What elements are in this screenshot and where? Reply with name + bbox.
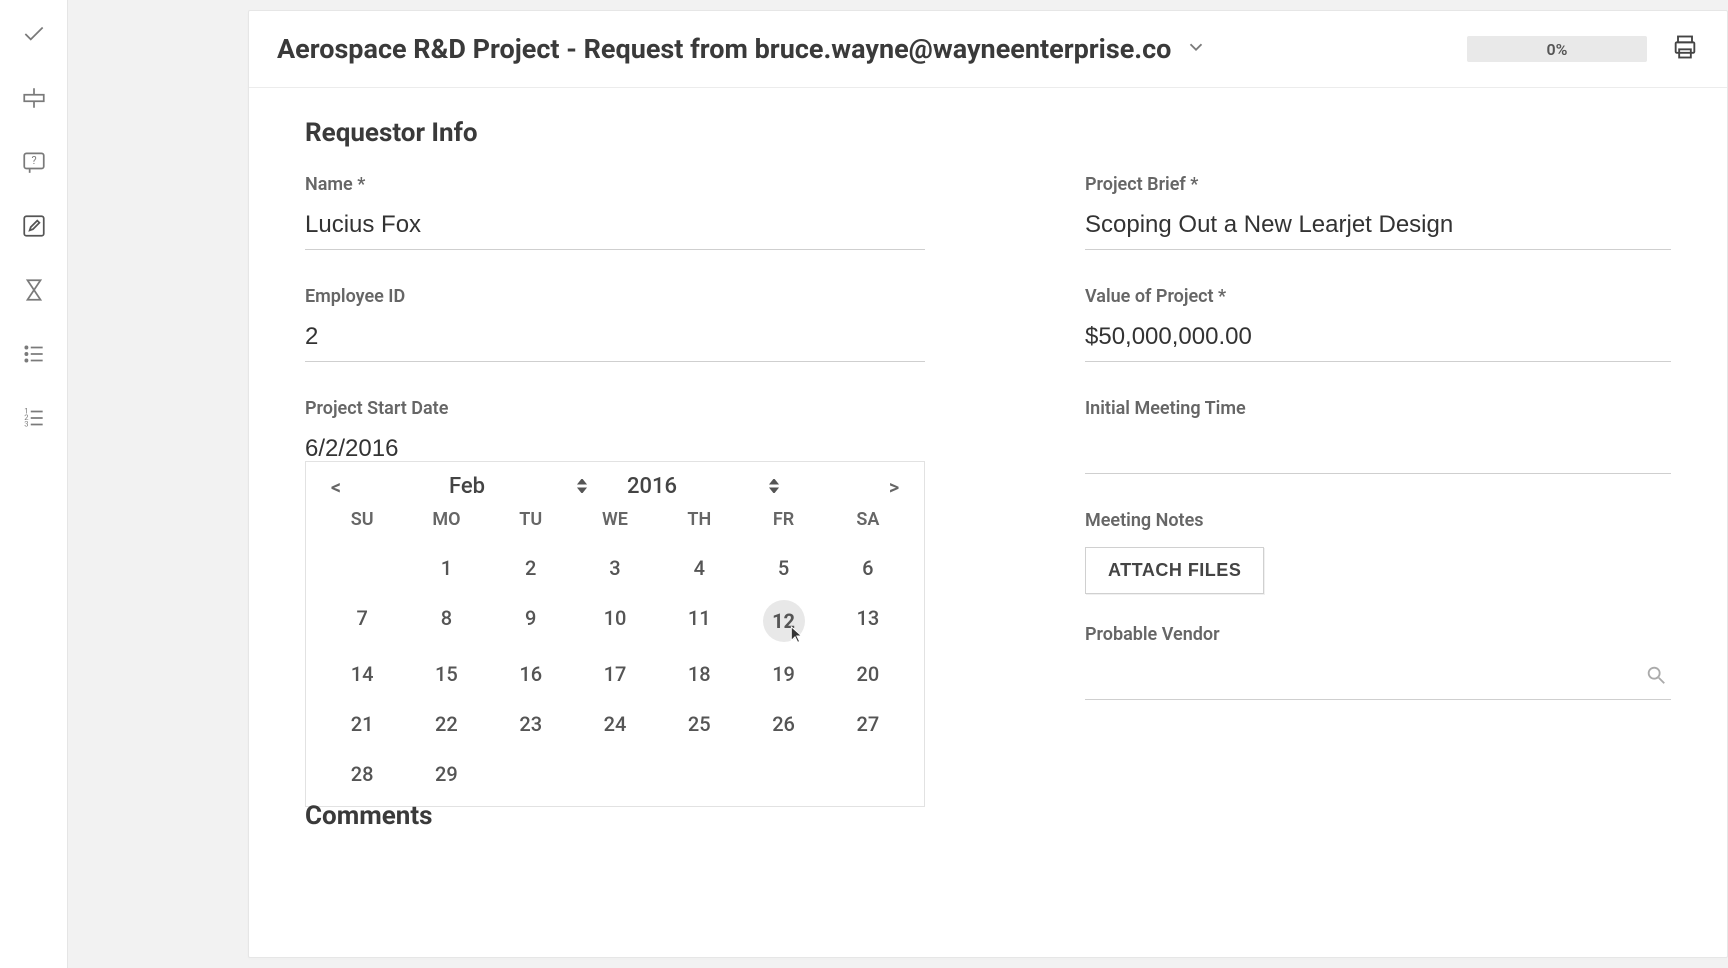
cal-day[interactable]: 4 [657, 550, 741, 586]
main-area: Aerospace R&D Project - Request from bru… [68, 0, 1728, 968]
meeting-time-label: Initial Meeting Time [1085, 398, 1671, 419]
cal-day[interactable]: 23 [489, 706, 573, 742]
start-date-label: Project Start Date [305, 398, 925, 419]
sidebar: ? 123 [0, 0, 68, 968]
svg-text:?: ? [31, 154, 36, 167]
field-meeting-notes: Meeting Notes ATTACH FILES [1085, 510, 1671, 594]
name-input[interactable] [305, 205, 925, 250]
cal-day[interactable]: 9 [489, 600, 573, 642]
search-icon[interactable] [1645, 664, 1667, 690]
progress-bar: 0% [1467, 36, 1647, 62]
card-header: Aerospace R&D Project - Request from bru… [249, 11, 1727, 88]
sort-icon [575, 474, 589, 499]
cal-day[interactable]: 20 [826, 656, 910, 692]
cal-day[interactable]: 19 [741, 656, 825, 692]
cal-day[interactable]: 6 [826, 550, 910, 586]
cal-day-blank [657, 756, 741, 792]
cal-dow: MO [404, 505, 488, 536]
field-name: Name * [305, 174, 925, 250]
meeting-notes-label: Meeting Notes [1085, 510, 1671, 531]
field-employee-id: Employee ID [305, 286, 925, 362]
cal-day[interactable]: 12 [763, 600, 805, 642]
cal-day[interactable]: 8 [404, 600, 488, 642]
cal-month-select[interactable]: Feb [449, 474, 589, 499]
align-icon[interactable] [18, 82, 50, 114]
sort-icon [767, 474, 781, 499]
cal-day-blank [573, 756, 657, 792]
cal-day[interactable]: 5 [741, 550, 825, 586]
cal-year: 2016 [627, 474, 677, 499]
cal-day[interactable]: 11 [657, 600, 741, 642]
cal-day[interactable]: 26 [741, 706, 825, 742]
cal-day[interactable]: 27 [826, 706, 910, 742]
cal-day[interactable]: 24 [573, 706, 657, 742]
comments-heading: Comments [305, 801, 925, 831]
cal-day[interactable]: 16 [489, 656, 573, 692]
cal-day[interactable]: 15 [404, 656, 488, 692]
help-icon[interactable]: ? [18, 146, 50, 178]
section-title: Requestor Info [305, 118, 1671, 148]
name-label: Name * [305, 174, 925, 195]
field-project-brief: Project Brief * [1085, 174, 1671, 250]
cal-day[interactable]: 29 [404, 756, 488, 792]
cal-day[interactable]: 21 [320, 706, 404, 742]
cal-dow: WE [573, 505, 657, 536]
title-dropdown-icon[interactable] [1185, 36, 1207, 62]
cal-day[interactable]: 13 [826, 600, 910, 642]
cal-day[interactable]: 3 [573, 550, 657, 586]
edit-icon[interactable] [18, 210, 50, 242]
cal-day-blank [741, 756, 825, 792]
cal-day[interactable]: 2 [489, 550, 573, 586]
vendor-input[interactable] [1085, 655, 1671, 700]
vendor-label: Probable Vendor [1085, 624, 1671, 645]
cal-prev[interactable]: < [322, 475, 350, 499]
cal-day-blank [320, 550, 404, 586]
cal-day-blank [826, 756, 910, 792]
attach-files-button[interactable]: ATTACH FILES [1085, 547, 1264, 594]
cal-year-select[interactable]: 2016 [627, 474, 781, 499]
date-picker: < Feb 2016 [305, 461, 925, 807]
cal-next[interactable]: > [880, 475, 908, 499]
field-vendor: Probable Vendor [1085, 624, 1671, 700]
svg-text:3: 3 [24, 420, 28, 429]
project-brief-label: Project Brief * [1085, 174, 1671, 195]
project-value-label: Value of Project * [1085, 286, 1671, 307]
field-meeting-time: Initial Meeting Time [1085, 398, 1671, 474]
cal-dow: FR [741, 505, 825, 536]
cal-day[interactable]: 18 [657, 656, 741, 692]
cal-day[interactable]: 17 [573, 656, 657, 692]
check-icon[interactable] [18, 18, 50, 50]
cal-day[interactable]: 7 [320, 600, 404, 642]
cal-day-blank [489, 756, 573, 792]
employee-id-label: Employee ID [305, 286, 925, 307]
cal-day[interactable]: 10 [573, 600, 657, 642]
cal-day[interactable]: 28 [320, 756, 404, 792]
employee-id-input[interactable] [305, 317, 925, 362]
cal-dow: TU [489, 505, 573, 536]
print-icon[interactable] [1671, 33, 1699, 65]
project-brief-input[interactable] [1085, 205, 1671, 250]
project-value-input[interactable] [1085, 317, 1671, 362]
cal-day[interactable]: 22 [404, 706, 488, 742]
cal-day[interactable]: 1 [404, 550, 488, 586]
cal-day[interactable]: 14 [320, 656, 404, 692]
cal-dow: SU [320, 505, 404, 536]
field-project-value: Value of Project * [1085, 286, 1671, 362]
page-title: Aerospace R&D Project - Request from bru… [277, 33, 1171, 65]
cal-dow: TH [657, 505, 741, 536]
progress-label: 0% [1547, 40, 1568, 59]
cal-month: Feb [449, 474, 485, 499]
hourglass-icon[interactable] [18, 274, 50, 306]
cal-day[interactable]: 25 [657, 706, 741, 742]
form-card: Aerospace R&D Project - Request from bru… [248, 10, 1728, 958]
numbered-list-icon[interactable]: 123 [18, 402, 50, 434]
meeting-time-input[interactable] [1085, 429, 1671, 474]
cal-dow: SA [826, 505, 910, 536]
list-icon[interactable] [18, 338, 50, 370]
